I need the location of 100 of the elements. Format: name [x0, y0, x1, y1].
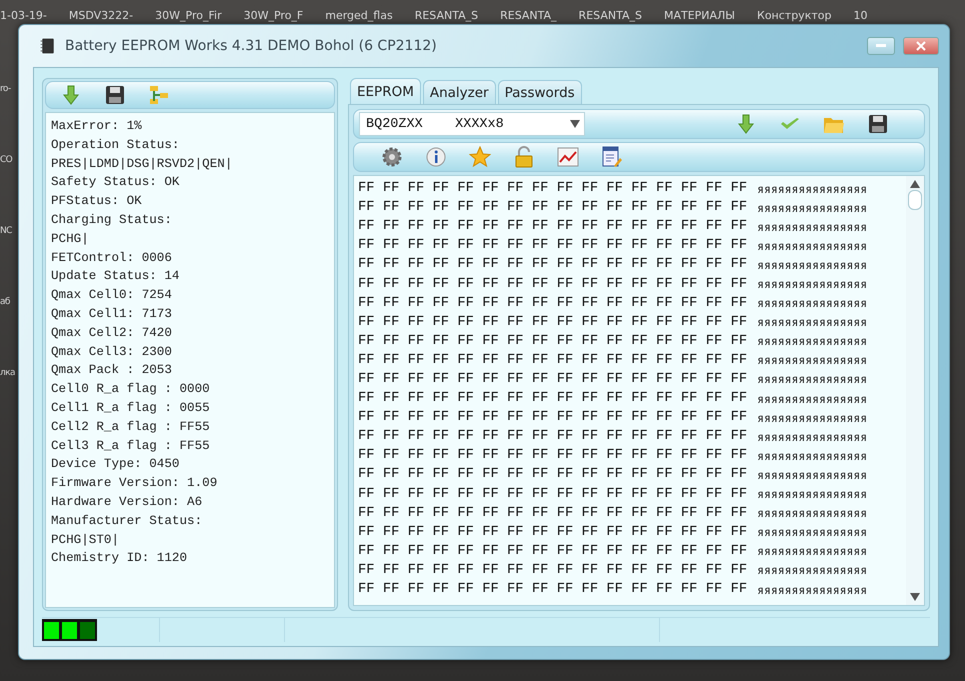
desktop-icon-label[interactable]: CO [0, 155, 18, 166]
scrollbar[interactable] [906, 176, 924, 605]
hex-bytes: FF FF FF FF FF FF FF FF FF FF FF FF FF FF FF FF [358, 448, 748, 464]
desktop-icon-label[interactable]: MSDV3222- [68, 9, 134, 22]
close-button[interactable] [903, 37, 939, 55]
hex-bytes: FF FF FF FF FF FF FF FF FF FF FF FF FF FF FF FF [358, 219, 748, 234]
info-line: Safety Status: OK [51, 174, 180, 192]
hex-bytes: FF FF FF FF FF FF FF FF FF FF FF FF FF FF FF FF [358, 238, 748, 254]
info-line: Device Type: 0450 [51, 456, 180, 474]
desktop-icon-label[interactable]: ro- [0, 84, 18, 95]
desktop-icon-label[interactable]: 30W_Pro_Fir [155, 9, 222, 22]
desktop-icon-label[interactable]: 30W_Pro_F [244, 9, 304, 22]
info-line: PCHG| [51, 230, 90, 248]
tab[interactable]: Passwords [498, 80, 582, 104]
info-line: Qmax Cell3: 2300 [51, 344, 173, 361]
info-line: Qmax Pack : 2053 [51, 362, 173, 380]
ascii-text: яяяяяяяяяяяяяяяя [757, 334, 868, 348]
hex-bytes: FF FF FF FF FF FF FF FF FF FF FF FF FF FF FF FF [358, 544, 748, 559]
settings-icon[interactable] [381, 146, 403, 168]
hex-bytes: FF FF FF FF FF FF FF FF FF FF FF FF FF FF FF FF [358, 181, 748, 196]
ascii-text: яяяяяяяяяяяяяяяя [757, 430, 868, 444]
hex-bytes: FF FF FF FF FF FF FF FF FF FF FF FF FF FF FF FF [358, 582, 748, 598]
hex-bytes: FF FF FF FF FF FF FF FF FF FF FF FF FF FF FF FF [358, 391, 748, 406]
ascii-text: яяяяяяяяяяяяяяяя [757, 296, 868, 310]
padlock-icon[interactable] [513, 146, 535, 168]
info-line: Chemistry ID: 1120 [51, 550, 188, 568]
ascii-text: яяяяяяяяяяяяяяяя [757, 353, 868, 368]
info-line: Firmware Version: 1.09 [51, 475, 218, 492]
document-edit-icon[interactable] [601, 146, 623, 168]
down-arrow-icon[interactable] [60, 84, 82, 106]
info-line: Cell1 R_a flag : 0055 [51, 400, 211, 417]
info-line: FETControl: 0006 [51, 250, 173, 267]
minimize-button[interactable] [867, 37, 895, 55]
scroll-thumb[interactable] [908, 190, 922, 210]
hex-bytes: FF FF FF FF FF FF FF FF FF FF FF FF FF FF FF FF [358, 486, 748, 502]
scroll-up-icon[interactable] [910, 180, 920, 188]
desktop-icon-label[interactable]: RESANTA_S [578, 9, 642, 22]
info-line: PCHG|ST0| [51, 532, 120, 549]
desktop-icon-label[interactable]: аб [0, 297, 18, 308]
tree-icon[interactable] [148, 84, 170, 106]
hex-bytes: FF FF FF FF FF FF FF FF FF FF FF FF FF FF FF FF [358, 276, 748, 292]
save-icon[interactable] [867, 113, 889, 135]
info-line: Update Status: 14 [51, 268, 180, 286]
hex-bytes: FF FF FF FF FF FF FF FF FF FF FF FF FF FF FF FF [358, 429, 748, 444]
caret-icon [570, 120, 580, 128]
hex-bytes: FF FF FF FF FF FF FF FF FF FF FF FF FF FF FF FF [358, 506, 748, 521]
desktop-icon-label[interactable]: RESANTA_ [500, 9, 557, 22]
tab[interactable]: Analyzer [422, 80, 496, 104]
chip-dropdown[interactable]: BQ20ZXX XXXXx8 [359, 112, 585, 136]
hex-bytes: FF FF FF FF FF FF FF FF FF FF FF FF FF FF FF FF [358, 352, 748, 368]
info-line: Charging Status: [51, 212, 173, 229]
info-line: Qmax Cell0: 7254 [51, 287, 173, 304]
save-icon[interactable] [104, 84, 126, 106]
hex-bytes: FF FF FF FF FF FF FF FF FF FF FF FF FF FF FF FF [358, 467, 748, 482]
info-icon[interactable] [425, 146, 447, 168]
star-icon[interactable] [469, 146, 491, 168]
desktop-icon-label[interactable]: NC [0, 226, 18, 237]
ascii-text: яяяяяяяяяяяяяяяя [757, 582, 868, 597]
info-line: Qmax Cell2: 7420 [51, 324, 173, 342]
desktop-icon-label[interactable]: лка [0, 368, 18, 379]
ascii-text: яяяяяяяяяяяяяяяя [757, 277, 868, 292]
ascii-text: яяяяяяяяяяяяяяяя [757, 468, 868, 482]
ascii-text: яяяяяяяяяяяяяяяя [757, 525, 868, 540]
hex-bytes: FF FF FF FF FF FF FF FF FF FF FF FF FF FF FF FF [358, 296, 748, 311]
ascii-text: яяяяяяяяяяяяяяяя [757, 372, 868, 386]
ascii-text: яяяяяяяяяяяяяяяя [757, 392, 868, 406]
scroll-down-icon[interactable] [910, 593, 920, 601]
hex-bytes: FF FF FF FF FF FF FF FF FF FF FF FF FF FF FF FF [358, 257, 748, 272]
info-line: PFStatus: OK [51, 193, 143, 210]
ascii-text: яяяяяяяяяяяяяяяя [757, 410, 868, 425]
ascii-text: яяяяяяяяяяяяяяяя [757, 182, 868, 196]
info-line: Cell0 R_a flag : 0000 [51, 381, 211, 398]
desktop-icon-label[interactable]: 10 [853, 9, 868, 22]
down-arrow-icon[interactable] [735, 113, 757, 135]
info-line: Operation Status: [51, 136, 180, 154]
line-chart-icon[interactable] [557, 146, 579, 168]
desktop-icon-label[interactable]: RESANTA_S [414, 9, 478, 22]
desktop-icon-label[interactable]: МАТЕРИАЛЫ [664, 9, 736, 22]
window-title: Battery EEPROM Works 4.31 DEMO Bohol (6 CP2112) [65, 38, 438, 54]
info-line: Hardware Version: A6 [51, 494, 204, 511]
info-line: PRES|LDMD|DSG|RSVD2|QEN| [51, 156, 234, 173]
close-icon [916, 41, 926, 51]
ascii-text: яяяяяяяяяяяяяяяя [757, 315, 868, 330]
hex-bytes: FF FF FF FF FF FF FF FF FF FF FF FF FF FF FF FF [358, 562, 748, 578]
ascii-text: яяяяяяяяяяяяяяяя [757, 200, 868, 215]
ascii-text: яяяяяяяяяяяяяяяя [757, 544, 868, 558]
desktop-icon-label[interactable]: Конструктор [757, 9, 832, 22]
ascii-text: яяяяяяяяяяяяяяяя [757, 238, 868, 253]
hex-bytes: FF FF FF FF FF FF FF FF FF FF FF FF FF FF FF FF [358, 372, 748, 387]
hex-bytes: FF FF FF FF FF FF FF FF FF FF FF FF FF FF FF FF [358, 334, 748, 349]
ascii-text: яяяяяяяяяяяяяяяя [757, 220, 868, 234]
ascii-text: яяяяяяяяяяяяяяяя [757, 487, 868, 502]
info-line: MaxError: 1% [51, 118, 143, 135]
ascii-text: яяяяяяяяяяяяяяяя [757, 563, 868, 578]
desktop-icon-label[interactable]: merged_flas [325, 9, 393, 22]
tab[interactable]: EEPROM [350, 78, 421, 104]
desktop-icon-label[interactable]: 1-03-19- [0, 9, 47, 22]
info-line: Cell3 R_a flag : FF55 [51, 438, 211, 455]
hex-bytes: FF FF FF FF FF FF FF FF FF FF FF FF FF FF FF FF [358, 314, 748, 330]
ascii-text: яяяяяяяяяяяяяяяя [757, 258, 868, 272]
